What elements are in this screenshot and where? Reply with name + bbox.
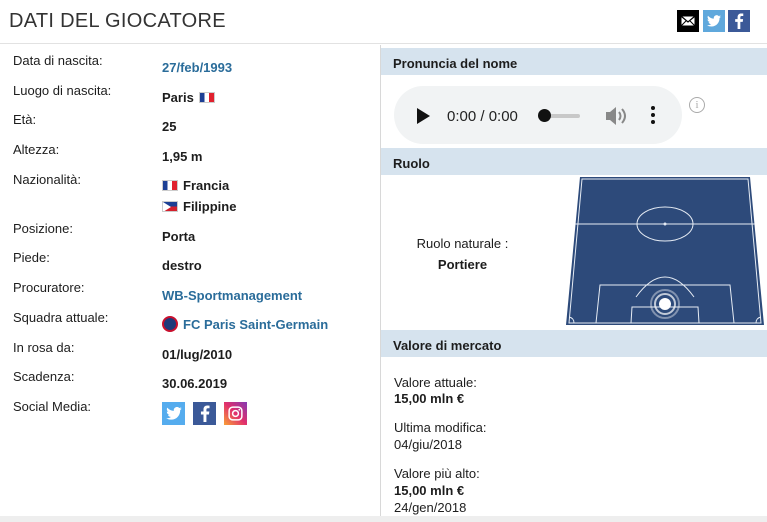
social-media-label: Social Media: — [13, 399, 92, 414]
pitch-diagram — [566, 177, 764, 325]
philippines-flag-icon — [162, 201, 178, 212]
joined-label: In rosa da: — [13, 340, 75, 355]
birth-date-link[interactable]: 27/feb/1993 — [162, 60, 232, 75]
contract-value: 30.06.2019 — [162, 376, 228, 391]
share-twitter-button[interactable] — [703, 10, 725, 32]
age-value: 25 — [162, 119, 177, 134]
last-update-label: Ultima modifica: — [394, 420, 487, 435]
facebook-icon — [735, 13, 744, 29]
height-value: 1,95 m — [162, 149, 203, 164]
club-logo-icon — [162, 316, 178, 332]
nationality-2: Filippine — [162, 199, 236, 214]
position-label: Posizione: — [13, 221, 73, 236]
contract-label: Scadenza: — [13, 369, 75, 384]
foot-value: destro — [162, 258, 202, 273]
club-link[interactable]: FC Paris Saint-Germain — [162, 316, 328, 332]
current-value-label: Valore attuale: — [394, 375, 477, 390]
highest-value-label: Valore più alto: — [394, 466, 480, 481]
social-twitter-link[interactable] — [162, 402, 185, 425]
nationality-label: Nazionalità: — [13, 172, 81, 187]
mail-icon — [681, 16, 695, 26]
instagram-icon — [228, 406, 243, 421]
twitter-icon — [165, 407, 182, 420]
position-value: Porta — [162, 229, 196, 244]
bottom-border — [0, 516, 767, 522]
birth-date-label: Data di nascita: — [13, 53, 103, 68]
info-icon[interactable]: i — [689, 97, 705, 113]
club-label: Squadra attuale: — [13, 310, 109, 325]
france-flag-icon — [162, 180, 178, 191]
social-facebook-link[interactable] — [193, 402, 216, 425]
page-header: DATI DEL GIOCATORE — [0, 0, 767, 44]
agent-label: Procuratore: — [13, 280, 85, 295]
nationality-1-text: Francia — [183, 178, 230, 193]
birth-place-label: Luogo di nascita: — [13, 83, 112, 98]
highest-value-amount: 15,00 mln € — [394, 483, 465, 498]
column-divider — [380, 45, 381, 522]
agent-link[interactable]: WB-Sportmanagement — [162, 288, 302, 303]
facebook-icon — [200, 405, 210, 422]
current-value-amount: 15,00 mln € — [394, 391, 465, 406]
share-facebook-button[interactable] — [728, 10, 750, 32]
volume-icon[interactable] — [605, 106, 629, 126]
age-label: Età: — [13, 112, 37, 127]
nationality-1: Francia — [162, 178, 229, 193]
page-title: DATI DEL GIOCATORE — [9, 10, 226, 32]
foot-label: Piede: — [13, 250, 50, 265]
natural-role-value: Portiere — [437, 257, 488, 272]
club-link-text: FC Paris Saint-Germain — [183, 316, 329, 332]
audio-time: 0:00 / 0:00 — [447, 108, 518, 125]
more-options-icon[interactable] — [651, 106, 656, 127]
highest-value-date: 24/gen/2018 — [394, 500, 467, 515]
last-update-date: 04/giu/2018 — [394, 437, 462, 452]
france-flag-icon — [198, 92, 215, 103]
birth-place-text: Paris — [162, 90, 194, 105]
nationality-2-text: Filippine — [183, 199, 237, 214]
twitter-icon — [707, 15, 721, 27]
natural-role-label: Ruolo naturale : — [416, 236, 509, 251]
share-email-button[interactable] — [677, 10, 699, 32]
birth-place-value: Paris — [162, 90, 215, 105]
social-instagram-link[interactable] — [224, 402, 247, 425]
pronunciation-heading: Pronuncia del nome — [381, 48, 767, 75]
joined-value: 01/lug/2010 — [162, 347, 233, 362]
height-label: Altezza: — [13, 142, 60, 157]
role-heading: Ruolo — [381, 148, 767, 175]
play-icon[interactable] — [417, 108, 430, 124]
audio-progress-knob[interactable] — [538, 109, 551, 122]
market-value-heading: Valore di mercato — [381, 330, 767, 357]
